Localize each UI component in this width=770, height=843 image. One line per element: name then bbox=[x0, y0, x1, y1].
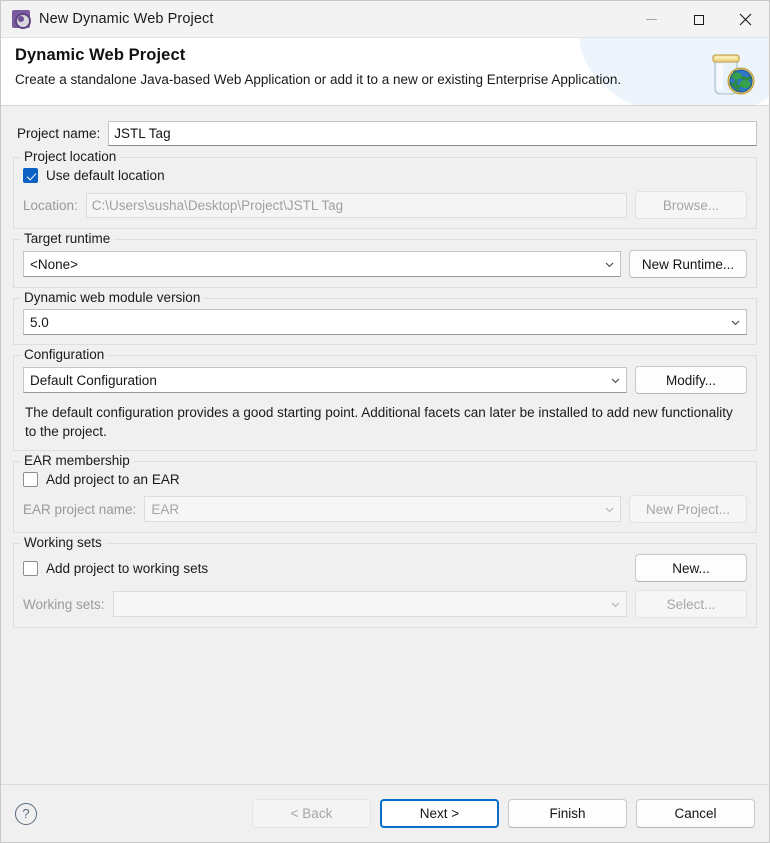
location-input[interactable]: C:\Users\susha\Desktop\Project\JSTL Tag bbox=[85, 192, 627, 218]
configuration-combo[interactable]: Default Configuration bbox=[23, 367, 627, 393]
add-project-to-ear-row[interactable]: Add project to an EAR bbox=[23, 472, 747, 488]
back-button[interactable]: < Back bbox=[252, 799, 371, 828]
working-sets-label: Working sets: bbox=[23, 596, 105, 612]
use-default-location-label: Use default location bbox=[46, 168, 165, 183]
use-default-location-row[interactable]: Use default location bbox=[23, 168, 747, 183]
maximize-icon[interactable] bbox=[675, 1, 722, 38]
target-runtime-legend: Target runtime bbox=[21, 231, 115, 246]
add-to-working-sets-checkbox[interactable] bbox=[23, 560, 38, 576]
module-version-group: Dynamic web module version 5.0 bbox=[13, 290, 757, 345]
select-working-set-button[interactable]: Select... bbox=[635, 590, 747, 619]
add-to-working-sets-label: Add project to working sets bbox=[46, 560, 209, 576]
eclipse-wizard-icon bbox=[12, 10, 31, 29]
ear-project-name-combo[interactable]: EAR bbox=[144, 496, 621, 523]
module-version-legend: Dynamic web module version bbox=[21, 290, 205, 305]
help-icon[interactable]: ? bbox=[15, 802, 37, 825]
title-bar: New Dynamic Web Project bbox=[1, 1, 769, 38]
working-sets-combo[interactable] bbox=[112, 591, 627, 618]
new-ear-project-button[interactable]: New Project... bbox=[629, 495, 747, 524]
new-working-set-button[interactable]: New... bbox=[635, 554, 747, 583]
page-subtitle: Create a standalone Java-based Web Appli… bbox=[15, 72, 622, 87]
ear-project-name-label: EAR project name: bbox=[23, 501, 137, 517]
configuration-value: Default Configuration bbox=[30, 372, 157, 388]
configuration-legend: Configuration bbox=[21, 347, 109, 362]
close-icon[interactable] bbox=[722, 1, 769, 38]
add-project-to-ear-label: Add project to an EAR bbox=[46, 472, 180, 488]
configuration-row: Default Configuration Modify... bbox=[23, 366, 747, 394]
chevron-down-icon bbox=[611, 376, 620, 385]
new-dynamic-web-project-dialog: New Dynamic Web Project Dynamic Web Proj… bbox=[0, 0, 770, 843]
ear-membership-legend: EAR membership bbox=[21, 453, 134, 469]
working-sets-group: Working sets Add project to working sets… bbox=[13, 535, 757, 629]
browse-button[interactable]: Browse... bbox=[635, 191, 747, 219]
footer-buttons: < Back Next > Finish Cancel bbox=[252, 799, 755, 828]
next-button[interactable]: Next > bbox=[380, 799, 499, 828]
module-version-row: 5.0 bbox=[23, 309, 747, 335]
ear-project-name-value: EAR bbox=[151, 501, 180, 517]
minimize-icon[interactable] bbox=[628, 1, 675, 38]
chevron-down-icon bbox=[611, 600, 620, 609]
chevron-down-icon bbox=[731, 318, 740, 327]
modify-button[interactable]: Modify... bbox=[635, 366, 747, 394]
target-runtime-row: <None> New Runtime... bbox=[23, 250, 747, 278]
window-title: New Dynamic Web Project bbox=[39, 11, 214, 27]
target-runtime-combo[interactable]: <None> bbox=[23, 251, 621, 277]
web-project-jar-globe-icon bbox=[701, 48, 757, 102]
chevron-down-icon bbox=[605, 260, 614, 269]
project-name-row: Project name: JSTL Tag bbox=[13, 116, 757, 146]
configuration-group: Configuration Default Configuration Modi… bbox=[13, 347, 757, 452]
location-label: Location: bbox=[23, 197, 78, 213]
cancel-button[interactable]: Cancel bbox=[636, 799, 755, 828]
ear-project-name-row: EAR project name: EAR New Project... bbox=[23, 495, 747, 524]
window-controls bbox=[628, 1, 769, 38]
project-name-label: Project name: bbox=[17, 126, 101, 141]
wizard-banner: Dynamic Web Project Create a standalone … bbox=[1, 38, 769, 106]
wizard-content: Project name: JSTL Tag Project location … bbox=[1, 106, 769, 784]
configuration-description: The default configuration provides a goo… bbox=[25, 405, 733, 440]
project-name-input[interactable]: JSTL Tag bbox=[108, 121, 757, 146]
ear-membership-group: EAR membership Add project to an EAR EAR… bbox=[13, 453, 757, 534]
target-runtime-group: Target runtime <None> New Runtime... bbox=[13, 231, 757, 288]
dialog-footer: ? < Back Next > Finish Cancel bbox=[1, 784, 769, 842]
target-runtime-value: <None> bbox=[30, 256, 79, 272]
add-to-working-sets-checkbox-row[interactable]: Add project to working sets bbox=[23, 560, 627, 576]
finish-button[interactable]: Finish bbox=[508, 799, 627, 828]
chevron-down-icon bbox=[605, 505, 614, 514]
use-default-location-checkbox[interactable] bbox=[23, 168, 38, 183]
project-location-legend: Project location bbox=[21, 149, 121, 164]
add-to-working-sets-row: Add project to working sets New... bbox=[23, 554, 747, 583]
project-location-group: Project location Use default location Lo… bbox=[13, 149, 757, 229]
working-sets-row: Working sets: Select... bbox=[23, 590, 747, 619]
new-runtime-button[interactable]: New Runtime... bbox=[629, 250, 747, 278]
module-version-value: 5.0 bbox=[30, 314, 49, 330]
page-title: Dynamic Web Project bbox=[15, 46, 186, 64]
location-row: Location: C:\Users\susha\Desktop\Project… bbox=[23, 191, 747, 219]
working-sets-legend: Working sets bbox=[21, 535, 106, 551]
module-version-combo[interactable]: 5.0 bbox=[23, 309, 747, 335]
add-project-to-ear-checkbox[interactable] bbox=[23, 472, 38, 488]
